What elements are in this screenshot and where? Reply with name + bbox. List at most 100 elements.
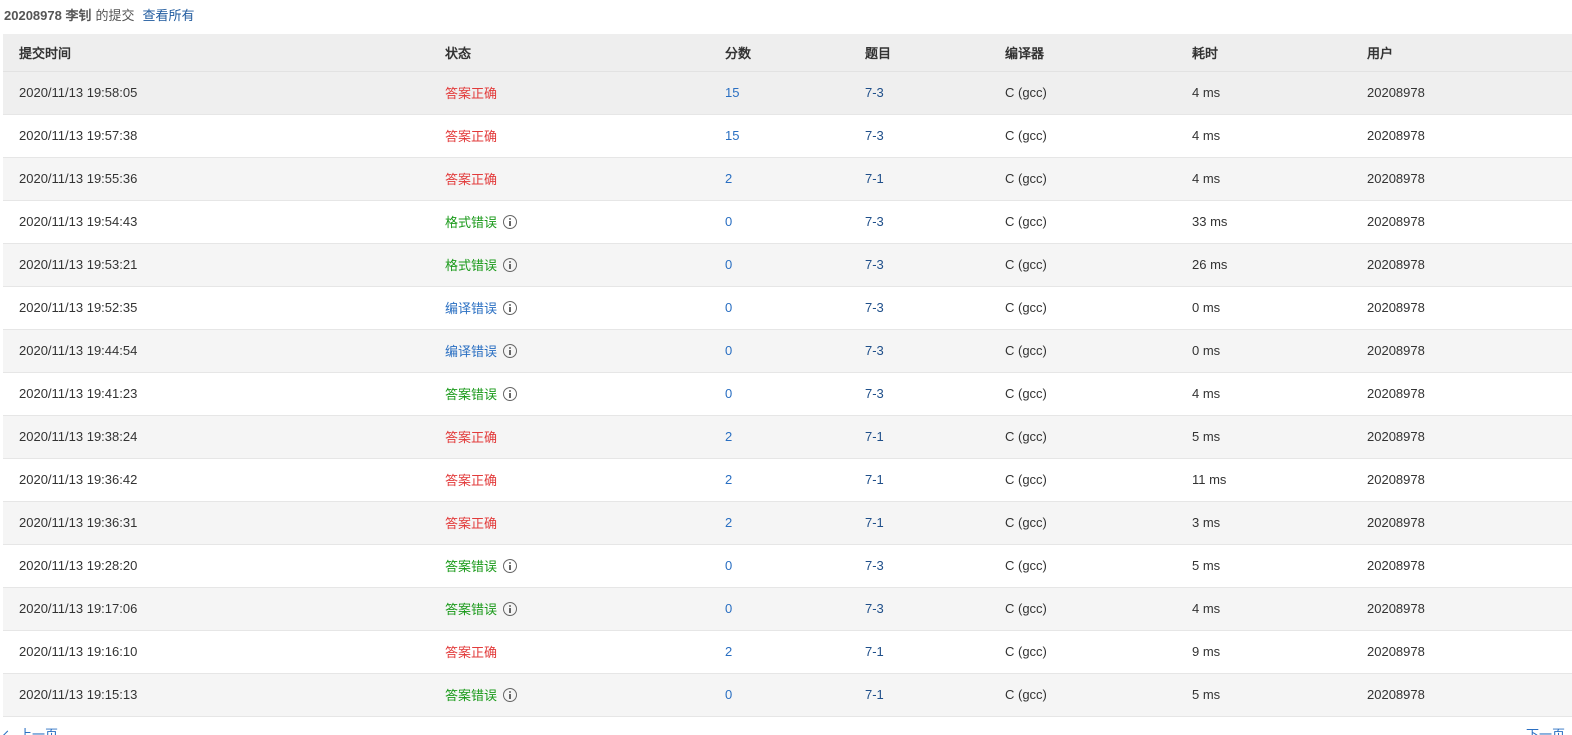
submission-status[interactable]: 答案错误 [445,384,518,403]
table-row[interactable]: 2020/11/13 19:28:20 答案错误 0 7-3 C (gcc) 5 ms 20… [3,544,1572,588]
table-row[interactable]: 2020/11/13 19:52:35 编译错误 0 7-3 C (gcc) 0 ms 20… [3,286,1572,330]
submission-owner: 20208978 李钊 [4,8,92,23]
table-row[interactable]: 2020/11/13 19:41:23 答案错误 0 7-3 C (gcc) 4 ms 20… [3,372,1572,416]
submission-score-link[interactable]: 15 [725,128,739,143]
submission-status-cell: 答案正确 [429,630,709,674]
table-row[interactable]: 2020/11/13 19:57:38 答案正确 15 7-3 C (gcc) 4 ms 2… [3,114,1572,158]
table-row[interactable]: 2020/11/13 19:44:54 编译错误 0 7-3 C (gcc) 0 ms 20… [3,329,1572,373]
info-circle-icon[interactable] [503,214,518,229]
submission-score-link[interactable]: 0 [725,343,732,358]
info-circle-icon[interactable] [503,687,518,702]
submission-score-link[interactable]: 0 [725,558,732,573]
problem-link[interactable]: 7-3 [865,85,884,100]
problem-link[interactable]: 7-3 [865,343,884,358]
submission-status[interactable]: 格式错误 [445,212,518,231]
table-row[interactable]: 2020/11/13 19:55:36 答案正确 2 7-1 C (gcc) 4 ms 20… [3,157,1572,201]
submission-status-label: 答案错误 [445,559,498,574]
problem-link[interactable]: 7-1 [865,429,884,444]
submission-compiler: C (gcc) [989,587,1176,631]
table-row[interactable]: 2020/11/13 19:54:43 格式错误 0 7-3 C (gcc) 33 ms 2… [3,200,1572,244]
submission-score-link[interactable]: 0 [725,386,732,401]
submission-time: 2020/11/13 19:16:10 [3,630,429,674]
submission-score-cell: 0 [709,372,849,416]
submission-status[interactable]: 答案正确 [445,513,497,532]
info-circle-icon[interactable] [503,343,518,358]
submission-score-link[interactable]: 2 [725,171,732,186]
submission-score-cell: 15 [709,71,849,115]
submission-status-label: 答案正确 [445,473,498,488]
submission-status[interactable]: 编译错误 [445,298,518,317]
table-row[interactable]: 2020/11/13 19:38:24 答案正确 2 7-1 C (gcc) 5 ms 20… [3,415,1572,459]
table-row[interactable]: 2020/11/13 19:17:06 答案错误 0 7-3 C (gcc) 4 ms 20… [3,587,1572,631]
submission-score-link[interactable]: 2 [725,429,732,444]
problem-link[interactable]: 7-1 [865,687,884,702]
prev-page-link[interactable]: 上一页 [2,724,59,735]
submission-time: 2020/11/13 19:15:13 [3,673,429,717]
problem-link[interactable]: 7-1 [865,515,884,530]
submission-score-link[interactable]: 2 [725,515,732,530]
submission-user: 20208978 [1351,286,1572,330]
submission-compiler: C (gcc) [989,415,1176,459]
submission-status[interactable]: 答案错误 [445,556,518,575]
problem-link[interactable]: 7-1 [865,644,884,659]
submission-status[interactable]: 答案正确 [445,427,497,446]
submission-score-link[interactable]: 0 [725,300,732,315]
submission-user: 20208978 [1351,243,1572,287]
submission-score-link[interactable]: 0 [725,687,732,702]
submission-score-link[interactable]: 15 [725,85,739,100]
submission-score-cell: 2 [709,458,849,502]
submission-score-cell: 0 [709,544,849,588]
info-circle-icon[interactable] [503,300,518,315]
submission-compiler: C (gcc) [989,372,1176,416]
submission-status[interactable]: 答案正确 [445,83,497,102]
submission-score-cell: 0 [709,329,849,373]
info-circle-icon[interactable] [503,386,518,401]
submission-score-link[interactable]: 0 [725,257,732,272]
problem-link[interactable]: 7-3 [865,128,884,143]
submission-user: 20208978 [1351,673,1572,717]
table-row[interactable]: 2020/11/13 19:36:31 答案正确 2 7-1 C (gcc) 3 ms 20… [3,501,1572,545]
submission-score-link[interactable]: 0 [725,214,732,229]
submissions-table: 提交时间 状态 分数 题目 编译器 耗时 用户 2020/11/13 19:58… [3,34,1572,717]
submission-status-cell: 答案正确 [429,157,709,201]
submission-score-link[interactable]: 0 [725,601,732,616]
submission-status-cell: 答案错误 [429,587,709,631]
submission-status[interactable]: 答案正确 [445,126,497,145]
submission-status[interactable]: 格式错误 [445,255,518,274]
table-row[interactable]: 2020/11/13 19:58:05 答案正确 15 7-3 C (gcc) 4 ms 2… [3,71,1572,115]
info-circle-icon[interactable] [503,601,518,616]
submission-status-label: 格式错误 [445,215,498,230]
submission-score-link[interactable]: 2 [725,644,732,659]
column-header-status: 状态 [429,34,709,72]
problem-link[interactable]: 7-1 [865,171,884,186]
table-row[interactable]: 2020/11/13 19:36:42 答案正确 2 7-1 C (gcc) 11 ms 2… [3,458,1572,502]
table-row[interactable]: 2020/11/13 19:53:21 格式错误 0 7-3 C (gcc) 26 ms 2… [3,243,1572,287]
table-row[interactable]: 2020/11/13 19:16:10 答案正确 2 7-1 C (gcc) 9 ms 20… [3,630,1572,674]
submission-status[interactable]: 答案正确 [445,470,497,489]
submission-status[interactable]: 编译错误 [445,341,518,360]
submission-score-link[interactable]: 2 [725,472,732,487]
info-circle-icon[interactable] [503,558,518,573]
problem-link[interactable]: 7-1 [865,472,884,487]
next-page-link[interactable]: 下一页 [1526,724,1565,735]
problem-link[interactable]: 7-3 [865,300,884,315]
submission-status[interactable]: 答案正确 [445,169,497,188]
prev-page-label: 上一页 [19,727,59,735]
submission-status[interactable]: 答案错误 [445,685,518,704]
submission-status-cell: 格式错误 [429,200,709,244]
submission-status-cell: 编译错误 [429,286,709,330]
problem-link[interactable]: 7-3 [865,558,884,573]
submission-compiler: C (gcc) [989,501,1176,545]
submission-duration: 33 ms [1176,200,1351,244]
problem-link[interactable]: 7-3 [865,257,884,272]
submission-duration: 5 ms [1176,544,1351,588]
submission-status[interactable]: 答案错误 [445,599,518,618]
table-row[interactable]: 2020/11/13 19:15:13 答案错误 0 7-1 C (gcc) 5 ms 20… [3,673,1572,717]
view-all-link[interactable]: 查看所有 [142,8,194,23]
problem-link[interactable]: 7-3 [865,386,884,401]
submission-status[interactable]: 答案正确 [445,642,497,661]
problem-link[interactable]: 7-3 [865,214,884,229]
submission-status-label: 答案错误 [445,688,498,703]
info-circle-icon[interactable] [503,257,518,272]
problem-link[interactable]: 7-3 [865,601,884,616]
